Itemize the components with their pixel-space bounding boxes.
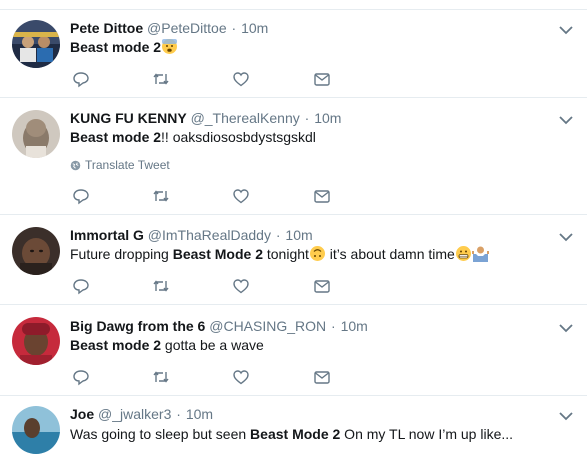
chevron-down-icon[interactable] [559, 232, 573, 242]
direct-message-icon[interactable] [313, 277, 331, 295]
chevron-down-icon[interactable] [559, 323, 573, 333]
chevron-down-icon[interactable] [559, 411, 573, 421]
translate-tweet-link[interactable]: Translate Tweet [70, 158, 170, 172]
upside-down-face-emoji [309, 245, 326, 267]
text-segment: !! oaksdiososbdystsgskdl [161, 129, 316, 145]
timestamp[interactable]: 10m [186, 406, 213, 422]
separator: · [231, 20, 237, 36]
reply-icon[interactable] [72, 277, 90, 295]
direct-message-icon[interactable] [313, 187, 331, 205]
retweet-icon[interactable] [152, 277, 170, 295]
tweet[interactable]: Joe @_jwalker3 · 10m Was going to sleep … [0, 396, 587, 454]
avatar[interactable] [12, 406, 60, 454]
direct-message-icon[interactable] [313, 368, 331, 386]
tweet-text: Beast mode 2 [70, 38, 178, 60]
globe-icon [70, 160, 81, 170]
like-icon[interactable] [232, 368, 250, 386]
text-segment: Was going to sleep but seen [70, 426, 251, 442]
timestamp[interactable]: 10m [341, 318, 368, 334]
chevron-down-icon[interactable] [559, 115, 573, 125]
text-segment: Beast mode 2 [70, 337, 162, 353]
handle[interactable]: @_jwalker3 [98, 406, 171, 422]
display-name[interactable]: Big Dawg from the 6 [70, 318, 205, 334]
like-icon[interactable] [232, 277, 250, 295]
tweet[interactable]: Immortal G @ImThaRealDaddy · 10m Future … [0, 215, 587, 305]
reply-icon[interactable] [72, 368, 90, 386]
person-shrugging-emoji [471, 245, 489, 267]
like-icon[interactable] [232, 70, 250, 88]
translate-label[interactable]: Translate Tweet [85, 158, 170, 172]
text-segment: On my TL now I’m up like... [340, 426, 514, 442]
tweet-text: Future dropping Beast Mode 2 tonight it’… [70, 245, 489, 267]
tweet-text: Beast mode 2!! oaksdiososbdystsgskdl [70, 128, 316, 147]
timestamp[interactable]: 10m [241, 20, 268, 36]
separator: · [331, 318, 336, 334]
tweet[interactable]: Big Dawg from the 6 @CHASING_RON · 10m B… [0, 305, 587, 396]
separator: · [275, 227, 281, 243]
reply-icon[interactable] [72, 70, 90, 88]
previous-tweet-edge [0, 0, 587, 10]
tweet[interactable]: Pete Dittoe @PeteDittoe · 10m Beast mode… [0, 10, 587, 98]
display-name[interactable]: Pete Dittoe [70, 20, 143, 36]
avatar[interactable] [12, 227, 60, 275]
text-segment: Beast Mode 2 [250, 426, 341, 442]
avatar[interactable] [12, 20, 60, 68]
text-segment: gotta be a wave [161, 337, 264, 353]
retweet-icon[interactable] [152, 70, 170, 88]
tweet[interactable]: KUNG FU KENNY @_TherealKenny · 10m Beast… [0, 98, 587, 215]
anxious-face-emoji [161, 38, 178, 60]
retweet-icon[interactable] [152, 187, 170, 205]
text-segment: Beast Mode 2 [172, 246, 263, 262]
handle[interactable]: @PeteDittoe [147, 20, 227, 36]
retweet-icon[interactable] [152, 368, 170, 386]
timestamp[interactable]: 10m [314, 110, 341, 126]
reply-icon[interactable] [72, 187, 90, 205]
like-icon[interactable] [232, 187, 250, 205]
separator: · [304, 110, 310, 126]
separator: · [176, 406, 181, 422]
handle[interactable]: @_TherealKenny [191, 110, 300, 126]
tweet-text: Beast mode 2 gotta be a wave [70, 336, 264, 355]
avatar[interactable] [12, 317, 60, 365]
chevron-down-icon[interactable] [559, 25, 573, 35]
display-name[interactable]: Immortal G [70, 227, 144, 243]
avatar[interactable] [12, 110, 60, 158]
tweet-text: Was going to sleep but seen Beast Mode 2… [70, 425, 513, 444]
text-segment: Beast mode 2 [70, 39, 162, 55]
text-segment: tonight [262, 246, 309, 262]
timestamp[interactable]: 10m [285, 227, 312, 243]
handle[interactable]: @CHASING_RON [209, 318, 326, 334]
display-name[interactable]: Joe [70, 406, 94, 422]
text-segment: Beast mode 2 [70, 129, 162, 145]
grimacing-face-emoji [455, 245, 472, 267]
text-segment: Future dropping [70, 246, 173, 262]
handle[interactable]: @ImThaRealDaddy [148, 227, 271, 243]
direct-message-icon[interactable] [313, 70, 331, 88]
text-segment: it’s about damn time [325, 246, 455, 262]
display-name[interactable]: KUNG FU KENNY [70, 110, 187, 126]
